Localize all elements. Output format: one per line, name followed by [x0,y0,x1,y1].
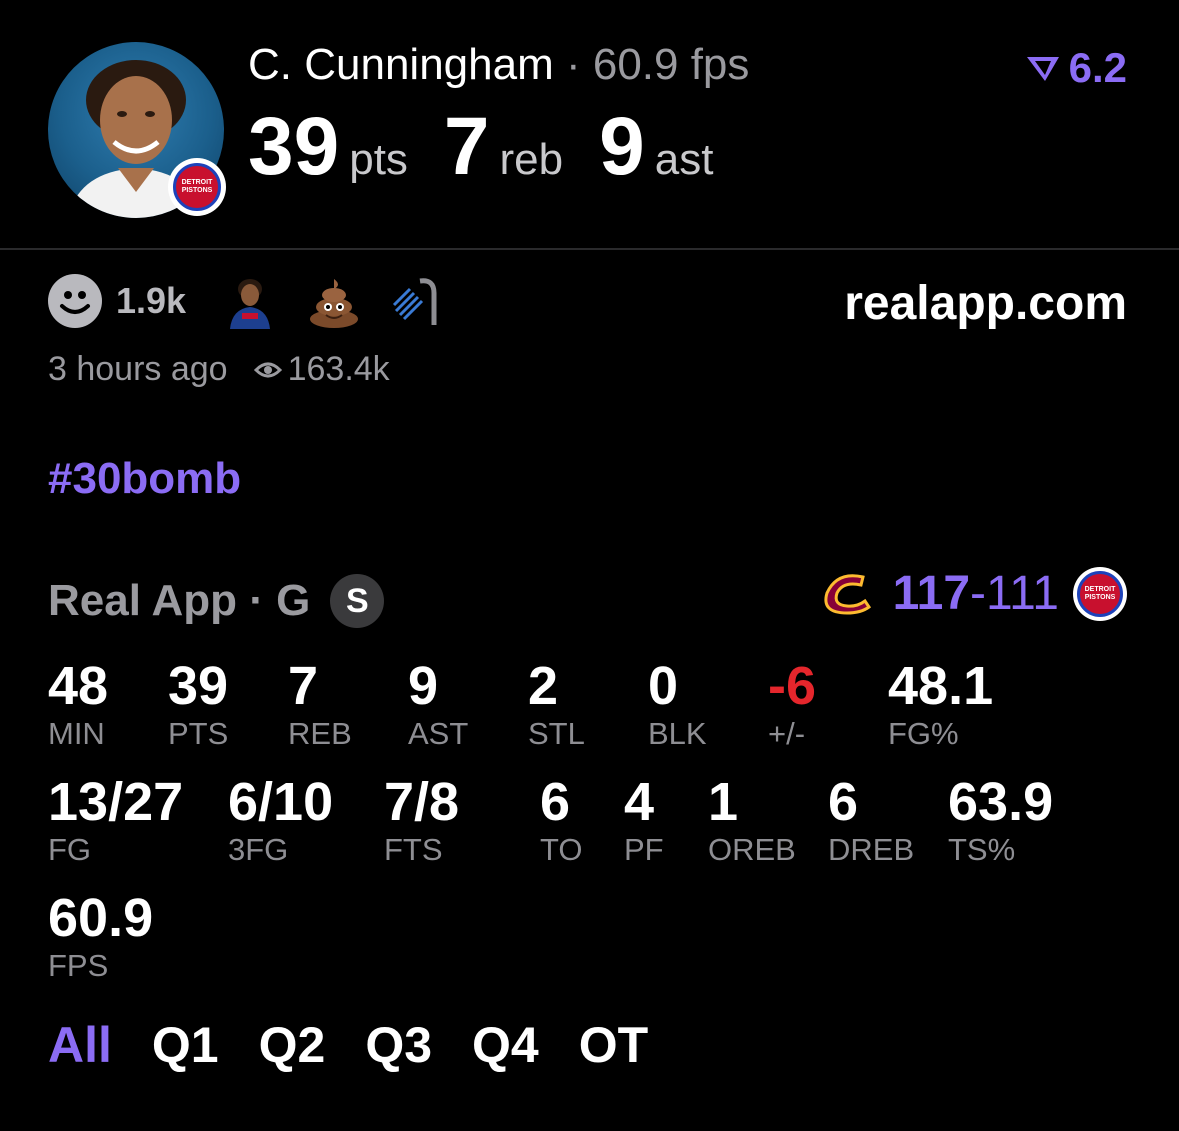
pistons-score-logo: DETROIT PISTONS [1073,566,1127,621]
stat-dreb: 6 DREB [828,772,915,867]
headline-stat-unit: ast [654,135,714,184]
stat-plus-minus: -6 +/- [768,656,817,751]
game-score[interactable]: 117-111 DETROIT PISTONS [817,566,1127,621]
headline-stat-value: 9 [599,101,645,192]
eye-icon [253,362,282,377]
league-label: Real App · G [48,576,311,625]
stat-3fg: 6/10 3FG [228,772,334,867]
shower-emoji[interactable] [390,273,446,329]
time-ago: 3 hours ago [48,350,228,388]
stat-fg-pct: 48.1 FG% [888,656,994,751]
period-tabs: All Q1 Q2 Q3 Q4 OT [48,1016,648,1074]
headline-stat-value: 7 [443,101,490,192]
score-dash: - [970,567,987,620]
stat-pf: 4 PF [624,772,664,867]
player-name[interactable]: C. Cunningham [248,40,554,89]
player-emoji[interactable] [222,273,278,329]
pistons-logo: DETROIT PISTONS [173,163,221,211]
stat-oreb: 1 OREB [708,772,796,867]
stat-stl: 2 STL [528,656,585,751]
stat-blk: 0 BLK [648,656,707,751]
score-loser: 111 [986,567,1059,620]
rating-badge[interactable]: 6.2 [1025,44,1127,92]
tab-all[interactable]: All [48,1016,112,1074]
header-divider [0,248,1179,250]
reaction-count: 1.9k [116,280,187,321]
smiley-icon[interactable] [48,274,102,328]
tab-q3[interactable]: Q3 [365,1016,432,1074]
stat-reb: 7 REB [288,656,352,751]
headline-stat-unit: pts [349,135,408,184]
cavaliers-logo [824,573,871,615]
stat-fps: 60.9 FPS [48,888,154,983]
game-league-line: Real App · G S [48,574,385,628]
stat-min: 48 MIN [48,656,109,751]
player-name-line: C. Cunningham · 60.9 fps [248,40,749,90]
headline-stat-value: 39 [248,101,340,192]
view-count: 163.4k [287,350,390,388]
fps-label: 60.9 fps [592,40,750,89]
post-meta: 3 hours ago 163.4k [48,350,390,389]
site-link[interactable]: realapp.com [844,276,1127,331]
score-winner: 117 [892,567,971,620]
hashtag-link[interactable]: #30bomb [48,454,241,504]
headline-stat-unit: reb [499,135,564,184]
reactions-row: 1.9k [48,272,474,330]
tab-q1[interactable]: Q1 [152,1016,219,1074]
stat-fg: 13/27 FG [48,772,184,867]
separator: · [553,40,593,89]
rating-value: 6.2 [1068,44,1127,91]
stat-ast: 9 AST [408,656,469,751]
stat-fts: 7/8 FTS [384,772,460,867]
poop-emoji[interactable] [306,273,362,329]
tab-q2[interactable]: Q2 [259,1016,326,1074]
tab-ot[interactable]: OT [579,1016,648,1074]
s-badge[interactable]: S [330,574,385,628]
team-logo-badge: DETROIT PISTONS [168,158,226,216]
pistons-logo: DETROIT PISTONS [1077,570,1123,617]
stat-to: 6 TO [540,772,583,867]
stat-ts-pct: 63.9 TS% [948,772,1054,867]
stat-pts: 39 PTS [168,656,229,751]
tab-q4[interactable]: Q4 [472,1016,539,1074]
rating-chevron-icon [1026,57,1059,81]
headline-stats: 39 pts 7 reb 9 ast [248,100,749,194]
